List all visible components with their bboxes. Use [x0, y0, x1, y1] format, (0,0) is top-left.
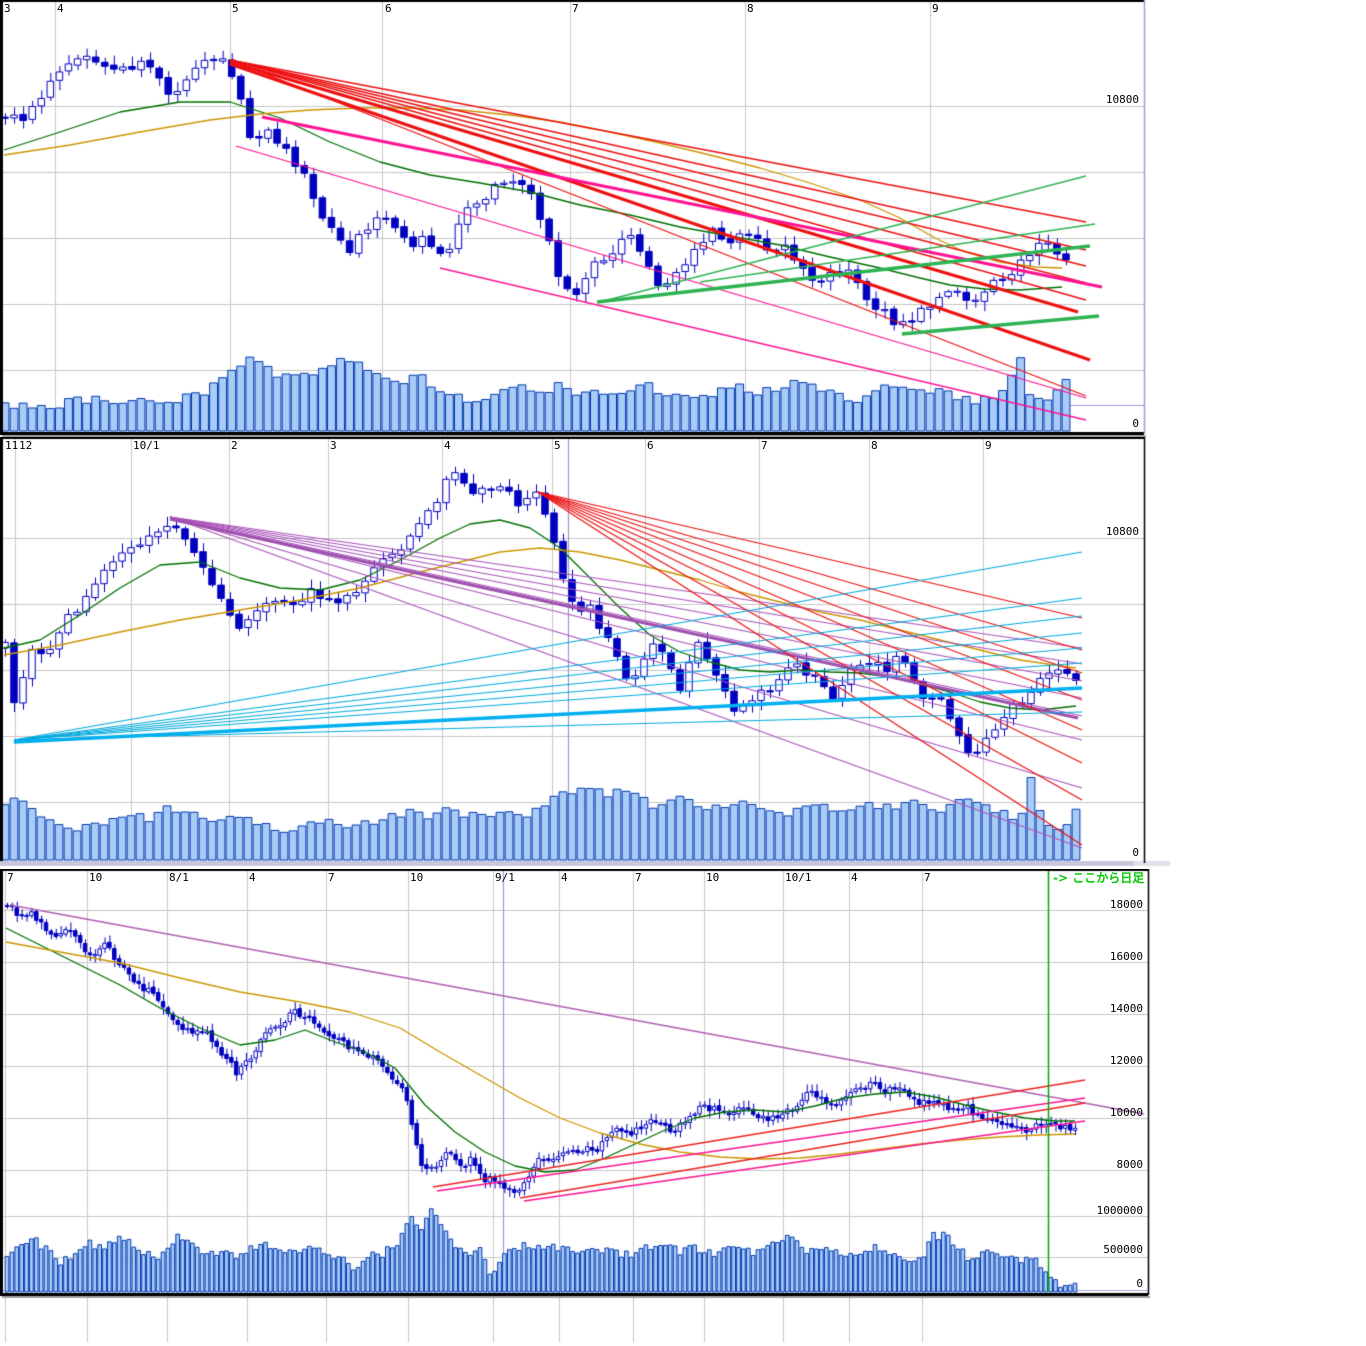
y-axis-tick-label: 0	[1069, 847, 1139, 859]
y-axis-tick-label: 500000	[1073, 1244, 1143, 1256]
y-axis-tick-label: 10800	[1069, 94, 1139, 106]
x-axis-tick-label: 4	[444, 440, 451, 452]
x-axis-tick-label: 12	[19, 440, 32, 452]
x-axis-tick-label: 7	[635, 872, 642, 884]
x-axis-tick-label: 9/1	[495, 872, 515, 884]
y-axis-tick-label: 10000	[1073, 1107, 1143, 1119]
y-axis-tick-label: 0	[1069, 418, 1139, 430]
y-axis-tick-label: 14000	[1073, 1003, 1143, 1015]
x-axis-tick-label: 3	[330, 440, 337, 452]
chart-panel-bottom-canvas[interactable]	[0, 869, 1366, 1346]
y-axis-tick-label: 0	[1073, 1278, 1143, 1290]
y-axis-tick-label: 1000000	[1073, 1205, 1143, 1217]
x-axis-tick-label: 4	[57, 3, 64, 15]
y-axis-tick-label: 18000	[1073, 899, 1143, 911]
x-axis-tick-label: 7	[761, 440, 768, 452]
x-axis-tick-label: 3	[4, 3, 11, 15]
chart-panel-middle-canvas[interactable]	[0, 437, 1366, 869]
x-axis-tick-label: 4	[561, 872, 568, 884]
y-axis-tick-label: 10800	[1069, 526, 1139, 538]
x-axis-tick-label: 10/1	[785, 872, 812, 884]
chart-workspace: 3456789108000111210/1234567891080007108/…	[0, 0, 1366, 1346]
x-axis-tick-label: 7	[924, 872, 931, 884]
x-axis-tick-label: 6	[385, 3, 392, 15]
x-axis-tick-label: 4	[249, 872, 256, 884]
y-axis-tick-label: 12000	[1073, 1055, 1143, 1067]
daily-annotation: -> ここから日足	[1053, 872, 1144, 885]
x-axis-tick-label: 6	[647, 440, 654, 452]
x-axis-tick-label: 5	[232, 3, 239, 15]
x-axis-tick-label: 10	[410, 872, 423, 884]
x-axis-tick-label: 4	[851, 872, 858, 884]
chart-panel-top-canvas[interactable]	[0, 0, 1366, 437]
x-axis-tick-label: 9	[932, 3, 939, 15]
x-axis-tick-label: 8	[747, 3, 754, 15]
x-axis-tick-label: 5	[554, 440, 561, 452]
x-axis-tick-label: 7	[328, 872, 335, 884]
x-axis-tick-label: 11	[5, 440, 18, 452]
x-axis-tick-label: 7	[572, 3, 579, 15]
y-axis-tick-label: 16000	[1073, 951, 1143, 963]
x-axis-tick-label: 10	[89, 872, 102, 884]
x-axis-tick-label: 10/1	[133, 440, 160, 452]
y-axis-tick-label: 8000	[1073, 1159, 1143, 1171]
x-axis-tick-label: 2	[231, 440, 238, 452]
x-axis-tick-label: 8	[871, 440, 878, 452]
x-axis-tick-label: 9	[985, 440, 992, 452]
x-axis-tick-label: 8/1	[169, 872, 189, 884]
x-axis-tick-label: 10	[706, 872, 719, 884]
x-axis-tick-label: 7	[7, 872, 14, 884]
